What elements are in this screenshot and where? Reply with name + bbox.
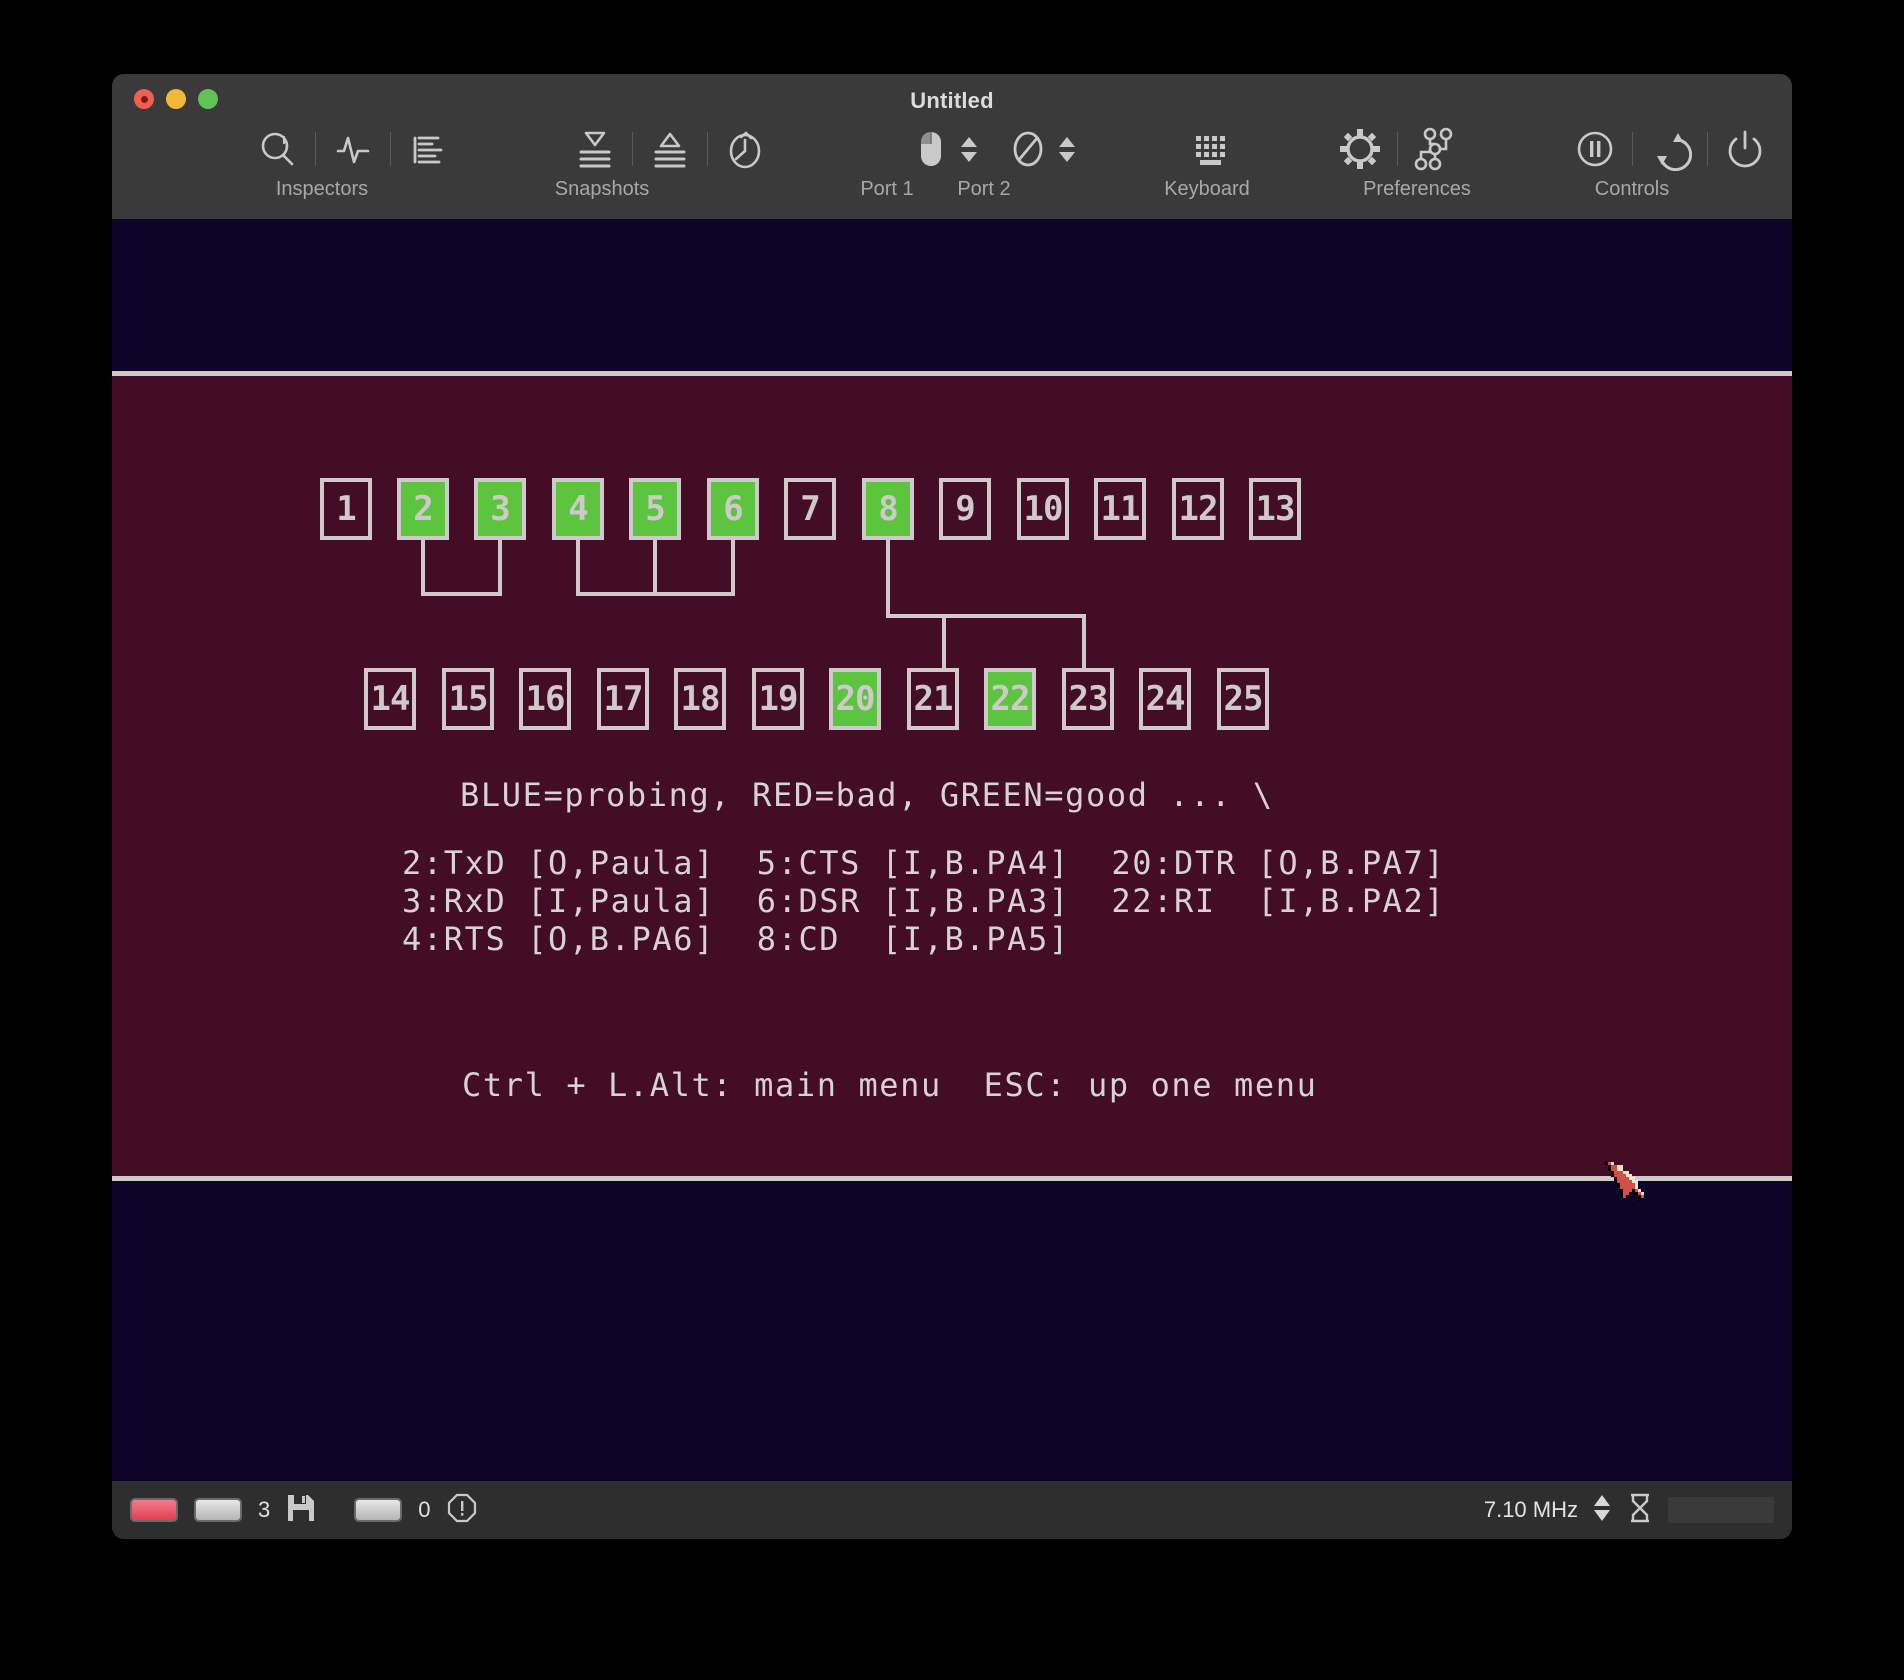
toolbar-group-keyboard — [1184, 118, 1240, 180]
pin-box-15[interactable]: 15 — [442, 668, 494, 730]
wire-pin4-pin6 — [576, 592, 735, 596]
status-right-group: 7.10 MHz — [1484, 1492, 1774, 1529]
rewind-clock-icon[interactable] — [717, 121, 773, 177]
toolbar-labels: Inspectors Snapshots Port 1 Port 2 Keybo… — [112, 178, 1792, 212]
pin-box-2[interactable]: 2 — [397, 478, 449, 540]
wire-pin6-down — [731, 540, 735, 596]
drive-led-hd0[interactable] — [354, 1498, 403, 1522]
frequency-stepper[interactable] — [1592, 1492, 1612, 1529]
console-icon[interactable] — [400, 121, 456, 177]
wire-pin22-up — [1082, 614, 1086, 672]
take-snapshot-icon[interactable] — [642, 121, 698, 177]
pin-box-12[interactable]: 12 — [1172, 478, 1224, 540]
pin-box-19[interactable]: 19 — [752, 668, 804, 730]
floppy-disk-icon[interactable] — [286, 1493, 316, 1528]
pin-box-1[interactable]: 1 — [320, 478, 372, 540]
drive-cylinder-number: 3 — [258, 1497, 271, 1522]
toolbar-label-snapshots: Snapshots — [554, 178, 650, 200]
cpu-frequency-label: 7.10 MHz — [1483, 1497, 1578, 1522]
status-left-group: 3 0 — [130, 1493, 477, 1528]
port1-stepper[interactable] — [960, 136, 978, 163]
screen-bottom-overscan — [112, 1181, 1792, 1481]
warp-progress-bar — [1668, 1497, 1774, 1523]
toolbar-separator — [1397, 132, 1398, 166]
pin-box-3[interactable]: 3 — [474, 478, 526, 540]
restore-snapshot-icon[interactable] — [567, 121, 623, 177]
hourglass-icon[interactable] — [1626, 1492, 1654, 1529]
wire-pin5-down — [653, 540, 657, 596]
toolbar-group-inspectors — [250, 118, 456, 180]
pin-table-line-1: 2:TxD [O,Paula] 5:CTS [I,B.PA4] 20:DTR [… — [402, 844, 1446, 882]
pin-box-10[interactable]: 10 — [1017, 478, 1069, 540]
pin-box-21[interactable]: 21 — [907, 668, 959, 730]
pin-box-9[interactable]: 9 — [939, 478, 991, 540]
waveform-icon[interactable] — [325, 121, 381, 177]
toolbar-separator — [315, 132, 316, 166]
toolbar-separator — [707, 132, 708, 166]
pin-box-18[interactable]: 18 — [674, 668, 726, 730]
pin-box-24[interactable]: 24 — [1139, 668, 1191, 730]
pin-box-20[interactable]: 20 — [829, 668, 881, 730]
pin-box-5[interactable]: 5 — [629, 478, 681, 540]
wire-pin4-down — [576, 540, 580, 596]
toolbar-separator — [390, 132, 391, 166]
toolbar-group-controls — [1567, 118, 1773, 180]
toolbar-label-controls: Controls — [1594, 178, 1670, 200]
mouse-icon[interactable] — [902, 121, 958, 177]
toolbar: Untitled Inspectors Snapshots Port 1 Por… — [112, 74, 1792, 219]
emulator-screen[interactable]: 1 2 3 4 5 6 7 8 9 10 11 12 13 14 15 16 1… — [112, 219, 1792, 1481]
toolbar-separator — [1707, 132, 1708, 166]
toolbar-separator — [632, 132, 633, 166]
amiga-mouse-cursor — [1602, 1159, 1656, 1213]
pin-box-4[interactable]: 4 — [552, 478, 604, 540]
emulator-window: Untitled Inspectors Snapshots Port 1 Por… — [112, 74, 1792, 1539]
port2-stepper[interactable] — [1058, 136, 1076, 163]
pin-table-line-3: 4:RTS [O,B.PA6] 8:CD [I,B.PA5] — [402, 920, 1070, 958]
search-icon[interactable] — [250, 121, 306, 177]
warning-icon[interactable] — [447, 1493, 477, 1528]
window-title: Untitled — [910, 88, 994, 113]
pin-table-line-2: 3:RxD [I,Paula] 6:DSR [I,B.PA3] 22:RI [I… — [402, 882, 1446, 920]
reset-button[interactable] — [1642, 121, 1698, 177]
power-led[interactable] — [130, 1498, 178, 1522]
pin-box-11[interactable]: 11 — [1094, 478, 1146, 540]
toolbar-label-inspectors: Inspectors — [275, 178, 369, 200]
hint-text: Ctrl + L.Alt: main menu ESC: up one menu — [462, 1066, 1318, 1104]
configuration-nodes-icon[interactable] — [1407, 121, 1463, 177]
serial-port-test-screen[interactable]: 1 2 3 4 5 6 7 8 9 10 11 12 13 14 15 16 1… — [112, 371, 1792, 1201]
pin-box-23[interactable]: 23 — [1062, 668, 1114, 730]
pin-box-13[interactable]: 13 — [1249, 478, 1301, 540]
toolbar-buttons — [112, 118, 1792, 180]
pin-box-25[interactable]: 25 — [1217, 668, 1269, 730]
legend-text: BLUE=probing, RED=bad, GREEN=good ... \ — [460, 776, 1274, 814]
pin-box-8[interactable]: 8 — [862, 478, 914, 540]
wire-pin3-down — [498, 540, 502, 596]
toolbar-group-port2 — [1000, 118, 1078, 180]
pin-box-16[interactable]: 16 — [519, 668, 571, 730]
no-device-icon[interactable] — [1000, 121, 1056, 177]
toolbar-group-snapshots — [567, 118, 773, 180]
pin-box-7[interactable]: 7 — [784, 478, 836, 540]
pin-box-17[interactable]: 17 — [597, 668, 649, 730]
wire-pin8-down — [886, 540, 890, 618]
pin-box-22[interactable]: 22 — [984, 668, 1036, 730]
wire-pin2-down — [421, 540, 425, 596]
toolbar-label-port2: Port 2 — [957, 178, 1011, 200]
pin-box-14[interactable]: 14 — [364, 668, 416, 730]
toolbar-group-port1 — [902, 118, 980, 180]
screen-top-overscan — [112, 219, 1792, 371]
pin-box-6[interactable]: 6 — [707, 478, 759, 540]
toolbar-group-preferences — [1332, 118, 1463, 180]
hd-activity-number: 0 — [418, 1497, 431, 1522]
power-button[interactable] — [1717, 121, 1773, 177]
pause-button[interactable] — [1567, 121, 1623, 177]
keyboard-icon[interactable] — [1184, 121, 1240, 177]
gear-icon[interactable] — [1332, 121, 1388, 177]
wire-pin8-bus — [886, 614, 1086, 618]
wire-pin20-up — [942, 614, 946, 672]
drive-led-df0[interactable] — [194, 1498, 242, 1522]
toolbar-separator — [1632, 132, 1633, 166]
status-bar: 3 0 7.10 MHz — [112, 1481, 1792, 1539]
wire-pin2-pin3 — [421, 592, 502, 596]
